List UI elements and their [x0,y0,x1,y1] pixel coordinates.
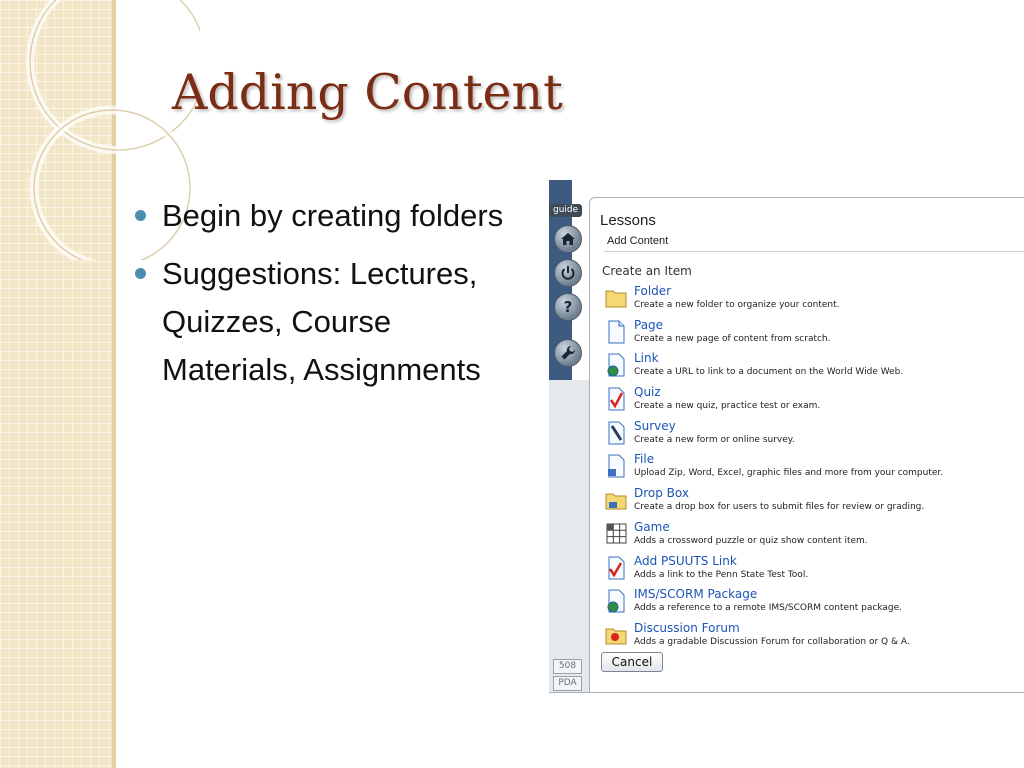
item-name[interactable]: IMS/SCORM Package [634,587,757,601]
section-508-link[interactable]: 508 [553,659,582,674]
item-discussion-forum[interactable]: Discussion Forum Adds a gradable Discuss… [601,621,1024,653]
item-name[interactable]: Drop Box [634,486,689,500]
divider [604,251,1024,252]
item-description: Adds a reference to a remote IMS/SCORM c… [634,603,902,613]
item-name[interactable]: Page [634,318,663,332]
item-description: Create a new page of content from scratc… [634,334,831,344]
item-drop-box[interactable]: Drop Box Create a drop box for users to … [601,486,1024,518]
strip-edge [112,0,116,768]
psuuts-link-icon [608,556,625,580]
bullet-item: Begin by creating folders [134,192,524,240]
guide-tab[interactable]: guide [549,204,583,217]
folder-icon [605,290,627,308]
item-survey[interactable]: Survey Create a new form or online surve… [601,419,1024,451]
item-description: Create a URL to link to a document on th… [634,367,904,377]
power-icon[interactable] [554,259,582,287]
slide-title: Adding Content [172,64,563,121]
item-folder[interactable]: Folder Create a new folder to organize y… [601,284,1024,316]
bullet-dot [135,210,146,221]
game-icon [606,523,627,544]
item-description: Create a new folder to organize your con… [634,300,840,310]
bullet-dot [135,268,146,279]
panel-subtitle: Add Content [607,235,669,247]
wrench-icon[interactable] [554,339,582,367]
discussion-forum-icon [605,628,627,645]
item-name[interactable]: File [634,452,654,466]
item-description: Upload Zip, Word, Excel, graphic files a… [634,468,944,478]
scorm-package-icon [607,589,625,613]
bullet-text: Begin by creating folders [162,198,504,233]
panel-title: Lessons [600,212,656,229]
bullet-text: Suggestions: Lectures, Quizzes, Course M… [162,256,481,387]
item-psuuts-link[interactable]: Add PSUUTS Link Adds a link to the Penn … [601,554,1024,586]
left-gutter [549,380,589,692]
link-icon [607,353,625,377]
help-icon[interactable]: ? [554,293,582,321]
item-description: Create a drop box for users to submit fi… [634,502,925,512]
quiz-icon [608,387,625,411]
item-file[interactable]: File Upload Zip, Word, Excel, graphic fi… [601,452,1024,484]
pda-link[interactable]: PDA [553,676,582,691]
item-quiz[interactable]: Quiz Create a new quiz, practice test or… [601,385,1024,417]
item-description: Adds a gradable Discussion Forum for col… [634,637,910,647]
bullet-list: Begin by creating folders Suggestions: L… [134,192,524,404]
home-icon[interactable] [554,225,582,253]
item-description: Adds a link to the Penn State Test Tool. [634,570,809,580]
drop-box-icon [605,493,627,510]
item-description: Create a new form or online survey. [634,435,795,445]
item-description: Adds a crossword puzzle or quiz show con… [634,536,868,546]
help-glyph: ? [563,298,573,316]
file-icon [608,454,625,478]
item-description: Create a new quiz, practice test or exam… [634,401,821,411]
item-ims-scorm-package[interactable]: IMS/SCORM Package Adds a reference to a … [601,587,1024,619]
item-name[interactable]: Link [634,351,659,365]
item-game[interactable]: Game Adds a crossword puzzle or quiz sho… [601,520,1024,552]
embedded-screenshot: guide ? 508 PDA Lessons Add Content Crea… [549,180,1024,693]
item-name[interactable]: Folder [634,284,671,298]
cancel-button[interactable]: Cancel [601,652,663,672]
bullet-item: Suggestions: Lectures, Quizzes, Course M… [134,250,524,394]
item-page[interactable]: Page Create a new page of content from s… [601,318,1024,350]
lessons-panel: Lessons Add Content Create an Item Folde… [589,197,1024,692]
create-item-heading: Create an Item [602,264,692,278]
page-icon [608,320,625,344]
item-name[interactable]: Survey [634,419,676,433]
item-name[interactable]: Add PSUUTS Link [634,554,737,568]
decorative-left-strip [0,0,112,768]
item-link[interactable]: Link Create a URL to link to a document … [601,351,1024,383]
survey-icon [608,421,625,445]
item-name[interactable]: Quiz [634,385,661,399]
item-name[interactable]: Game [634,520,670,534]
item-name[interactable]: Discussion Forum [634,621,740,635]
